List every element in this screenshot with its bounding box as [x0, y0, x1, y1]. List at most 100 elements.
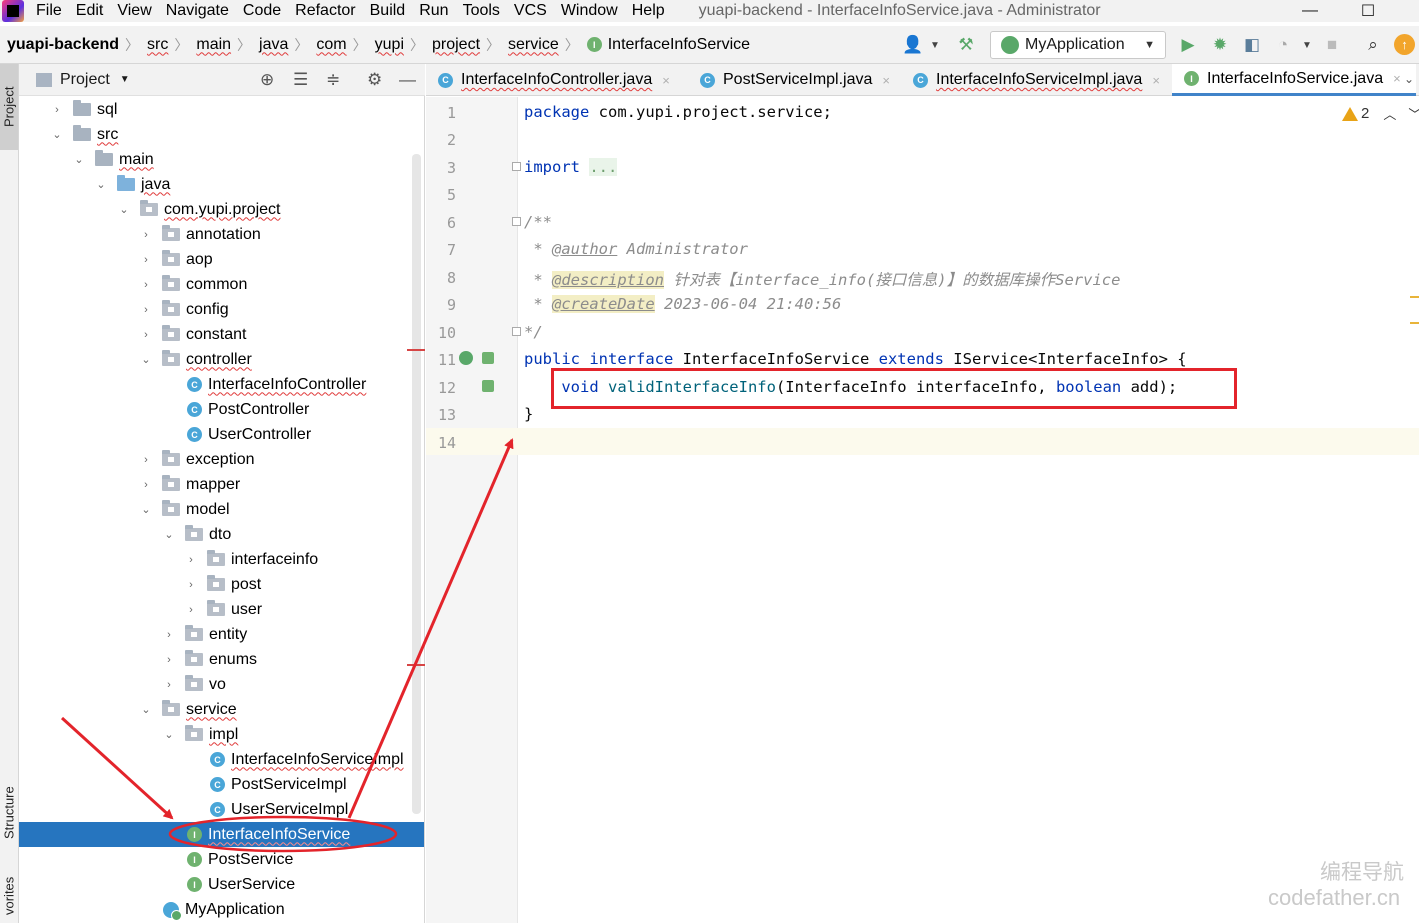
- menu-file[interactable]: File: [36, 2, 62, 20]
- close-icon[interactable]: ×: [882, 73, 890, 88]
- menu-vcs[interactable]: VCS: [514, 2, 547, 20]
- menu-refactor[interactable]: Refactor: [295, 2, 355, 20]
- chevron-right-icon[interactable]: ›: [140, 454, 152, 466]
- tree-item-src[interactable]: ⌄ src: [19, 122, 424, 147]
- menu-help[interactable]: Help: [632, 2, 665, 20]
- chevron-right-icon[interactable]: ›: [140, 279, 152, 291]
- fold-toggle-icon[interactable]: [512, 327, 521, 336]
- breadcrumb-com[interactable]: com: [316, 36, 346, 54]
- project-tree-scrollbar[interactable]: [412, 154, 421, 814]
- menu-edit[interactable]: Edit: [76, 2, 104, 20]
- build-hammer-icon[interactable]: ⚒: [955, 34, 977, 56]
- update-arrow-icon[interactable]: ↑: [1394, 34, 1415, 55]
- chevron-right-icon[interactable]: ›: [163, 679, 175, 691]
- tree-item-common[interactable]: › common: [19, 272, 424, 297]
- tree-item-postcontroller[interactable]: C PostController: [19, 397, 424, 422]
- code-editor[interactable]: [518, 97, 1419, 923]
- tree-item-constant[interactable]: › constant: [19, 322, 424, 347]
- chevron-down-icon[interactable]: ﹀: [1408, 104, 1419, 123]
- override-marker-icon[interactable]: [482, 352, 494, 364]
- fold-toggle-icon[interactable]: [512, 217, 521, 226]
- chevron-right-icon[interactable]: ›: [140, 329, 152, 341]
- chevron-down-icon[interactable]: ⌄: [140, 703, 152, 716]
- close-icon[interactable]: ×: [662, 73, 670, 88]
- chevron-down-icon[interactable]: ⌄: [73, 153, 85, 166]
- tree-item-userservice[interactable]: I UserService: [19, 872, 424, 897]
- maximize-button[interactable]: ☐: [1348, 0, 1388, 22]
- inspection-warnings[interactable]: 2 ︿ ﹀: [1342, 104, 1419, 123]
- tab-postserviceimpl[interactable]: C PostServiceImpl.java ×: [688, 64, 898, 96]
- breadcrumb-main[interactable]: main: [196, 36, 231, 54]
- chevron-down-icon[interactable]: ⌄: [163, 728, 175, 741]
- hide-panel-icon[interactable]: —: [399, 70, 416, 90]
- menu-window[interactable]: Window: [561, 2, 618, 20]
- chevron-down-icon[interactable]: ⌄: [163, 528, 175, 541]
- chevron-up-icon[interactable]: ︿: [1383, 104, 1396, 123]
- run-icon[interactable]: ▶: [1177, 34, 1199, 56]
- tree-item-java[interactable]: ⌄ java: [19, 172, 424, 197]
- menu-run[interactable]: Run: [419, 2, 448, 20]
- tree-item-model[interactable]: ⌄ model: [19, 497, 424, 522]
- breadcrumb-src[interactable]: src: [147, 36, 168, 54]
- run-config-select[interactable]: MyApplication ▼: [990, 31, 1166, 59]
- chevron-right-icon[interactable]: ›: [51, 104, 63, 116]
- implemented-by-icon[interactable]: [459, 351, 473, 365]
- override-marker-icon[interactable]: [482, 380, 494, 392]
- menu-tools[interactable]: Tools: [463, 2, 500, 20]
- chevron-down-icon[interactable]: ⌄: [95, 178, 107, 191]
- tab-interfaceinfoservice[interactable]: I InterfaceInfoService.java ×: [1172, 64, 1416, 96]
- chevron-down-icon[interactable]: ⌄: [118, 203, 130, 216]
- locate-icon[interactable]: ⊕: [260, 70, 274, 90]
- tree-item-usercontroller[interactable]: C UserController: [19, 422, 424, 447]
- chevron-down-icon[interactable]: ▼: [1296, 34, 1318, 56]
- tree-item-userserviceimpl[interactable]: C UserServiceImpl: [19, 797, 424, 822]
- stop-icon[interactable]: ■: [1321, 34, 1343, 56]
- chevron-right-icon[interactable]: ›: [140, 479, 152, 491]
- debug-icon[interactable]: ✹: [1209, 34, 1231, 56]
- chevron-right-icon[interactable]: ›: [140, 254, 152, 266]
- chevron-right-icon[interactable]: ›: [185, 579, 197, 591]
- tree-item-main[interactable]: ⌄ main: [19, 147, 424, 172]
- chevron-right-icon[interactable]: ›: [185, 554, 197, 566]
- tool-tab-project[interactable]: Project: [0, 64, 18, 150]
- chevron-down-icon[interactable]: ▼: [924, 34, 946, 56]
- tree-item-com-yupi-project[interactable]: ⌄ com.yupi.project: [19, 197, 424, 222]
- breadcrumb-service[interactable]: service: [508, 36, 559, 54]
- tree-item-postserviceimpl[interactable]: C PostServiceImpl: [19, 772, 424, 797]
- chevron-down-icon[interactable]: ⌄: [140, 353, 152, 366]
- tree-item-interfaceinfocontroller[interactable]: C InterfaceInfoController: [19, 372, 424, 397]
- menu-view[interactable]: View: [117, 2, 151, 20]
- tree-item-interfaceinfo[interactable]: › interfaceinfo: [19, 547, 424, 572]
- tree-item-post[interactable]: › post: [19, 572, 424, 597]
- tree-item-dto[interactable]: ⌄ dto: [19, 522, 424, 547]
- tree-item-myapplication[interactable]: MyApplication: [19, 897, 424, 922]
- menu-navigate[interactable]: Navigate: [166, 2, 229, 20]
- tree-item-enums[interactable]: › enums: [19, 647, 424, 672]
- tree-item-service[interactable]: ⌄ service: [19, 697, 424, 722]
- chevron-down-icon[interactable]: ⌄: [140, 503, 152, 516]
- breadcrumb-java[interactable]: java: [259, 36, 288, 54]
- menu-code[interactable]: Code: [243, 2, 281, 20]
- tree-item-interfaceinfoserviceimpl[interactable]: C InterfaceInfoServiceImpl: [19, 747, 424, 772]
- tree-item-annotation[interactable]: › annotation: [19, 222, 424, 247]
- chevron-right-icon[interactable]: ›: [185, 604, 197, 616]
- breadcrumb-yupi[interactable]: yupi: [375, 36, 404, 54]
- tree-item-vo[interactable]: › vo: [19, 672, 424, 697]
- close-icon[interactable]: ×: [1393, 71, 1401, 86]
- chevron-down-icon[interactable]: ▼: [120, 74, 130, 85]
- chevron-down-icon[interactable]: ⌄: [51, 128, 63, 141]
- tree-item-aop[interactable]: › aop: [19, 247, 424, 272]
- collapse-all-icon[interactable]: ≑: [326, 70, 340, 90]
- tree-item-impl[interactable]: ⌄ impl: [19, 722, 424, 747]
- chevron-down-icon[interactable]: ⌄: [1404, 72, 1414, 86]
- chevron-right-icon[interactable]: ›: [140, 229, 152, 241]
- expand-all-icon[interactable]: ☰: [293, 70, 308, 90]
- tree-item-config[interactable]: › config: [19, 297, 424, 322]
- tab-interfaceinfocontroller[interactable]: C InterfaceInfoController.java ×: [426, 64, 684, 96]
- breadcrumb-project[interactable]: project: [432, 36, 480, 54]
- tree-item-sql[interactable]: › sql: [19, 97, 424, 122]
- tool-tab-structure[interactable]: Structure: [0, 770, 18, 856]
- warning-stripe-mark[interactable]: [1410, 322, 1419, 324]
- search-icon[interactable]: ⌕: [1362, 34, 1384, 56]
- warning-stripe-mark[interactable]: [1410, 296, 1419, 298]
